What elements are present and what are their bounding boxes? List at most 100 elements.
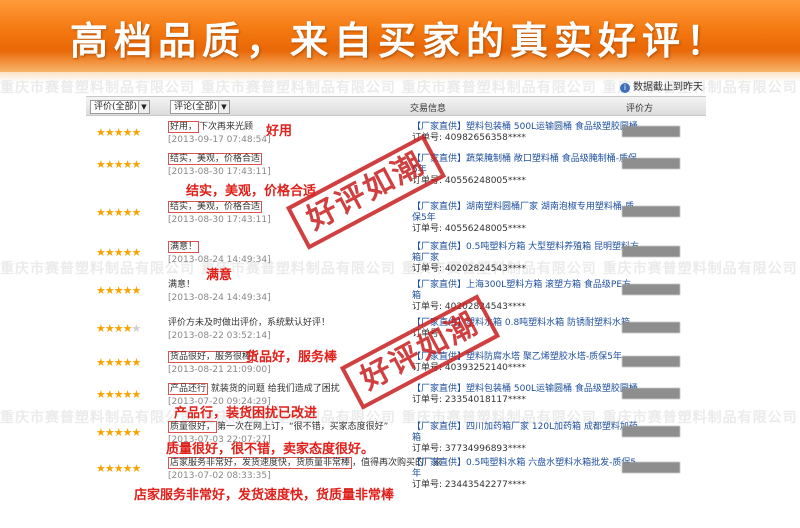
product-link[interactable]: 【厂家直供】蔬菜腌制桶 敞口塑料桶 食品级腌制桶-质保5年: [412, 154, 640, 176]
rating-filter-select[interactable]: 评价(全部) ▼: [90, 100, 150, 114]
trade-info: 【厂家直供】塑料包装桶 500L运输圆桶 食品级塑胶圆桶 订单号: 4098265…: [412, 122, 640, 144]
review-date: [2013-08-24 14:49:34]: [168, 293, 271, 303]
handwritten-annotation: 结实，美观，价格合适: [186, 184, 317, 199]
rater-name-blurred: [622, 388, 680, 399]
handwritten-annotation: 产品行，装货困扰已改进: [174, 406, 318, 421]
empty-stars: ★: [131, 322, 141, 335]
product-link[interactable]: 【厂家直供】上海300L塑料方箱 滚塑方箱 食品级PE方箱: [412, 280, 640, 302]
review-comment: 货品很好，服务很棒: [168, 351, 254, 363]
banner: 高档品质，来自买家的真实好评！: [0, 0, 800, 72]
rater-name-blurred: [622, 462, 680, 473]
review-comment: 质量很好， 第一次在网上订，“很不错，买家态度很好”: [168, 421, 389, 433]
watermark-bottom: 重庆市赛普塑料制品有限公司 重庆市赛普塑料制品有限公司 重庆市赛普塑料制品有限公…: [0, 410, 798, 426]
rater-header: 评价方: [626, 104, 654, 114]
review-date: [2013-08-30 17:43:11]: [168, 167, 271, 177]
review-date: [2013-08-22 03:52:14]: [168, 331, 271, 341]
star-rating: ★★★★★: [96, 388, 141, 401]
info-icon: i: [620, 83, 630, 93]
review-date: [2013-08-30 17:43:11]: [168, 215, 271, 225]
filled-stars: ★★★★★: [96, 246, 141, 259]
star-rating: ★★★★★: [96, 246, 141, 259]
handwritten-annotation: 好用: [266, 124, 293, 139]
review-date: [2013-07-02 08:33:35]: [168, 471, 271, 481]
highlighted-phrase: 好用，: [168, 121, 200, 133]
filled-stars: ★★★★★: [96, 158, 141, 171]
comment-filter-label: 评论(全部): [174, 102, 218, 112]
table-header: 评价(全部) ▼ 评论(全部) ▼ 交易信息 评价方: [86, 96, 706, 116]
rater-name-blurred: [622, 356, 680, 367]
order-number: 订单号: 23443542277****: [412, 480, 526, 490]
review-comment: 结实，美观，价格合适: [168, 153, 263, 165]
handwritten-annotation: 货品好，服务棒: [246, 350, 338, 365]
banner-title: 高档品质，来自买家的真实好评！: [69, 19, 730, 63]
star-rating: ★★★★★: [96, 284, 141, 297]
watermark-middle: 重庆市赛普塑料制品有限公司 重庆市赛普塑料制品有限公司 重庆市赛普塑料制品有限公…: [0, 261, 798, 277]
review-comment: 店家服务非常好，发货速度快，货质量非常棒 ，值得再次购买的厂家: [168, 457, 443, 469]
order-number: 订单号: 37734996893****: [412, 444, 526, 454]
highlighted-phrase: 结实，美观，价格合适: [168, 201, 263, 213]
highlighted-phrase: 满意！: [168, 241, 200, 253]
trade-info: 【厂家直供】四川加药箱厂家 120L加药箱 成都塑料加药箱 订单号: 377349…: [412, 422, 640, 455]
highlighted-phrase: 结实，美观，价格合适: [168, 153, 263, 165]
rater-name-blurred: [622, 322, 680, 333]
review-date: [2013-08-21 21:09:00]: [168, 365, 271, 375]
filled-stars: ★★★★★: [96, 462, 141, 475]
product-link[interactable]: 【厂家直供】0.5吨塑料方箱 大型塑料养殖箱 昆明塑料方箱厂家: [412, 242, 640, 264]
chevron-down-icon[interactable]: ▼: [218, 101, 229, 113]
chevron-down-icon[interactable]: ▼: [138, 101, 149, 113]
highlighted-phrase: 店家服务非常好，发货速度快，货质量非常棒: [168, 457, 353, 469]
rating-filter-label: 评价(全部): [94, 102, 138, 112]
review-comment: 满意！: [168, 241, 200, 253]
order-number: 订单号: 23354018117****: [412, 395, 526, 405]
review-comment: 产品还行 就装货的问题 给我们造成了困扰: [168, 383, 340, 395]
trade-info: 【厂家直供】蔬菜腌制桶 敞口塑料桶 食品级腌制桶-质保5年 订单号: 405562…: [412, 154, 640, 187]
product-link[interactable]: 【厂家直供】塑料包装桶 500L运输圆桶 食品级塑胶圆桶: [412, 122, 640, 133]
star-rating: ★★★★★: [96, 158, 141, 171]
filled-stars: ★★★★★: [96, 426, 141, 439]
review-date: [2013-09-17 07:48:54]: [168, 135, 271, 145]
handwritten-annotation: 质量很好，很不错，卖家态度很好。: [166, 442, 375, 457]
order-number: 订单号: 40982656358****: [412, 133, 526, 143]
order-number: 订单号: 40556248005****: [412, 176, 526, 186]
filled-stars: ★★★★★: [96, 126, 141, 139]
highlighted-phrase: 货品很好，服务很棒: [168, 351, 254, 363]
rater-name-blurred: [622, 206, 680, 217]
review-comment: 评价方未及时做出评价，系统默认好评！: [168, 318, 331, 328]
highlighted-phrase: 产品还行: [168, 383, 209, 395]
trade-info: 【厂家直供】0.5吨塑料水箱 六盘水塑料水箱批发-质保5年 订单号: 234435…: [412, 458, 640, 491]
review-comment: 结实，美观，价格合适: [168, 201, 263, 213]
product-link[interactable]: 【厂家直供】0.5吨塑料水箱 六盘水塑料水箱批发-质保5年: [412, 458, 640, 480]
filled-stars: ★★★★★: [96, 388, 141, 401]
rater-name-blurred: [622, 426, 680, 437]
star-rating: ★★★★★: [96, 426, 141, 439]
rater-name-blurred: [622, 158, 680, 169]
star-rating: ★★★★★: [96, 322, 141, 335]
product-link[interactable]: 【厂家直供】四川加药箱厂家 120L加药箱 成都塑料加药箱: [412, 422, 640, 444]
trade-info: 【厂家直供】湖南塑料圆桶厂家 湖南泡椒专用塑料桶-质保5年 订单号: 405562…: [412, 202, 640, 235]
trade-info-header: 交易信息: [410, 104, 447, 114]
trade-info: 【厂家直供】塑料包装桶 500L运输圆桶 食品级塑胶圆桶 订单号: 2335401…: [412, 384, 640, 406]
review-comment: 好用， 下次再来光顾: [168, 121, 254, 133]
review-comment: 满意！: [168, 280, 196, 290]
star-rating: ★★★★★: [96, 206, 141, 219]
trade-info: 【厂家直供】0.5吨塑料方箱 大型塑料养殖箱 昆明塑料方箱厂家 订单号: 4020…: [412, 242, 640, 275]
filled-stars: ★★★★★: [96, 356, 141, 369]
handwritten-annotation: 满意: [206, 268, 233, 283]
rater-name-blurred: [622, 246, 680, 257]
updated-text: 数据截止到昨天: [633, 82, 703, 93]
handwritten-annotation: 店家服务非常好，发货速度快，货质量非常棒: [134, 488, 395, 503]
order-number: 订单号: 40202824543****: [412, 264, 526, 274]
star-rating: ★★★★★: [96, 126, 141, 139]
rater-name-blurred: [622, 126, 680, 137]
data-updated-note: i 数据截止到昨天: [620, 78, 703, 93]
filled-stars: ★★★★: [96, 322, 132, 335]
highlighted-phrase: 质量很好，: [168, 421, 218, 433]
product-link[interactable]: 【厂家直供】塑料包装桶 500L运输圆桶 食品级塑胶圆桶: [412, 384, 640, 395]
comment-filter-select[interactable]: 评论(全部) ▼: [170, 100, 230, 114]
star-rating: ★★★★★: [96, 356, 141, 369]
filled-stars: ★★★★★: [96, 284, 141, 297]
trade-info: 【厂家直供】上海300L塑料方箱 滚塑方箱 食品级PE方箱 订单号: 402028…: [412, 280, 640, 313]
filled-stars: ★★★★★: [96, 206, 141, 219]
star-rating: ★★★★★: [96, 462, 141, 475]
product-link[interactable]: 【厂家直供】湖南塑料圆桶厂家 湖南泡椒专用塑料桶-质保5年: [412, 202, 640, 224]
